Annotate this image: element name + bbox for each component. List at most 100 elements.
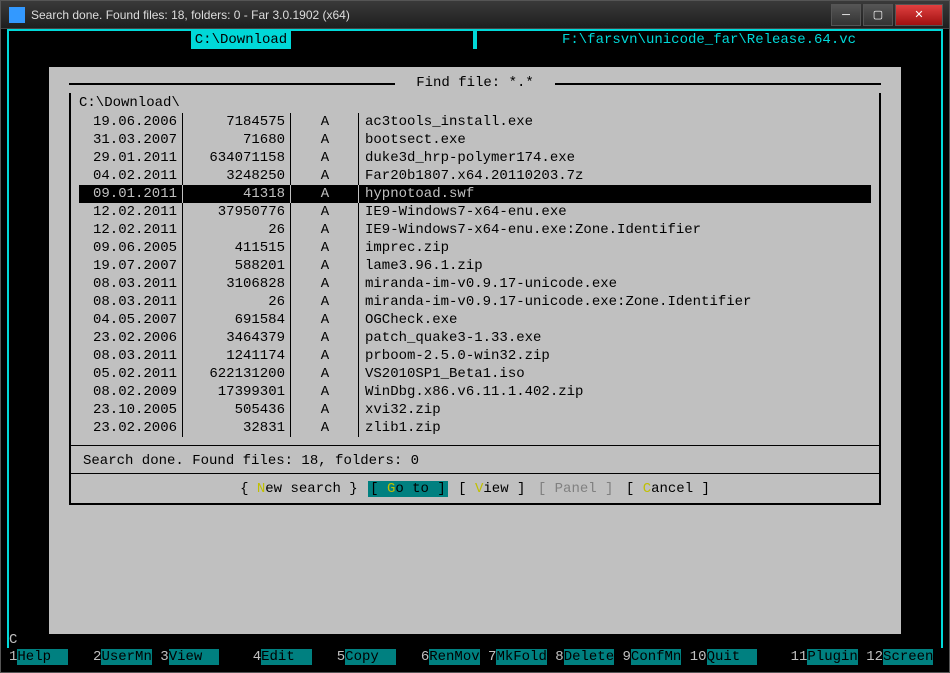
column-separator: [287, 311, 295, 329]
column-separator: [287, 239, 295, 257]
console-area: C:\Download F:\farsvn\unicode_far\Releas…: [7, 29, 943, 666]
close-button[interactable]: ✕: [895, 4, 943, 26]
file-row[interactable]: 09.01.201141318Ahypnotoad.swf: [79, 185, 871, 203]
keybar-item-4[interactable]: 4Edit: [253, 648, 312, 666]
file-row[interactable]: 08.03.20111241174Aprboom-2.5.0-win32.zip: [79, 347, 871, 365]
file-row[interactable]: 29.01.2011634071158Aduke3d_hrp-polymer17…: [79, 149, 871, 167]
column-separator: [287, 293, 295, 311]
file-row[interactable]: 09.06.2005411515Aimprec.zip: [79, 239, 871, 257]
file-attr: A: [295, 275, 355, 293]
column-separator: [355, 221, 363, 239]
keybar-item-8[interactable]: 8Delete: [555, 648, 614, 666]
column-separator: [355, 149, 363, 167]
file-row[interactable]: 08.02.200917399301AWinDbg.x86.v6.11.1.40…: [79, 383, 871, 401]
dialog-title-text: Find file: *.*: [416, 75, 534, 91]
column-separator: [355, 239, 363, 257]
column-separator: [179, 113, 187, 131]
file-date: 09.06.2005: [79, 239, 179, 257]
dialog-separator: [69, 445, 881, 447]
left-panel-tab[interactable]: C:\Download: [7, 29, 475, 49]
column-separator: [355, 131, 363, 149]
column-separator: [179, 185, 187, 203]
view-button[interactable]: [ View ]: [456, 481, 527, 497]
file-name: patch_quake3-1.33.exe: [363, 329, 871, 347]
column-separator: [355, 167, 363, 185]
command-prompt[interactable]: C: [9, 632, 17, 648]
keybar-item-12[interactable]: 12Screen: [866, 648, 933, 666]
file-size: 17399301: [187, 383, 287, 401]
column-separator: [179, 275, 187, 293]
file-size: 1241174: [187, 347, 287, 365]
file-name: duke3d_hrp-polymer174.exe: [363, 149, 871, 167]
keybar-item-7[interactable]: 7MkFold: [488, 648, 547, 666]
file-attr: A: [295, 149, 355, 167]
dialog-buttons: { New search } [ Go to ] [ View ] [ Pane…: [79, 477, 871, 499]
file-size: 505436: [187, 401, 287, 419]
maximize-button[interactable]: ▢: [863, 4, 893, 26]
file-row[interactable]: 23.02.20063464379Apatch_quake3-1.33.exe: [79, 329, 871, 347]
goto-button[interactable]: [ Go to ]: [368, 481, 448, 497]
app-window: Search done. Found files: 18, folders: 0…: [0, 0, 950, 673]
column-separator: [287, 221, 295, 239]
file-row[interactable]: 08.03.201126Amiranda-im-v0.9.17-unicode.…: [79, 293, 871, 311]
column-separator: [287, 383, 295, 401]
file-row[interactable]: 05.02.2011622131200AVS2010SP1_Beta1.iso: [79, 365, 871, 383]
file-attr: A: [295, 167, 355, 185]
file-row[interactable]: 19.06.20067184575Aac3tools_install.exe: [79, 113, 871, 131]
file-date: 08.02.2009: [79, 383, 179, 401]
column-separator: [355, 257, 363, 275]
file-size: 3248250: [187, 167, 287, 185]
column-separator: [355, 365, 363, 383]
keybar-item-9[interactable]: 9ConfMn: [623, 648, 682, 666]
file-row[interactable]: 19.07.2007588201Alame3.96.1.zip: [79, 257, 871, 275]
file-attr: A: [295, 221, 355, 239]
column-separator: [287, 401, 295, 419]
file-row[interactable]: 08.03.20113106828Amiranda-im-v0.9.17-uni…: [79, 275, 871, 293]
keybar-item-3[interactable]: 3View: [160, 648, 219, 666]
keybar-item-6[interactable]: 6RenMov: [421, 648, 480, 666]
keybar-item-11[interactable]: 11Plugin: [791, 648, 858, 666]
left-panel-path: C:\Download: [191, 31, 291, 49]
file-date: 08.03.2011: [79, 347, 179, 365]
file-row[interactable]: 31.03.200771680Abootsect.exe: [79, 131, 871, 149]
file-name: zlib1.zip: [363, 419, 871, 437]
file-row[interactable]: 23.02.200632831Azlib1.zip: [79, 419, 871, 437]
dialog-title: Find file: *.*: [69, 75, 881, 93]
minimize-button[interactable]: ─: [831, 4, 861, 26]
file-row[interactable]: 04.02.20113248250AFar20b1807.x64.2011020…: [79, 167, 871, 185]
file-attr: A: [295, 383, 355, 401]
file-name: VS2010SP1_Beta1.iso: [363, 365, 871, 383]
file-row[interactable]: 04.05.2007691584AOGCheck.exe: [79, 311, 871, 329]
file-row[interactable]: 23.10.2005505436Axvi32.zip: [79, 401, 871, 419]
file-attr: A: [295, 365, 355, 383]
column-separator: [287, 185, 295, 203]
file-row[interactable]: 12.02.201126AIE9-Windows7-x64-enu.exe:Zo…: [79, 221, 871, 239]
new-search-button[interactable]: { New search }: [238, 481, 360, 497]
file-name: hypnotoad.swf: [363, 185, 871, 203]
file-date: 12.02.2011: [79, 203, 179, 221]
column-separator: [179, 311, 187, 329]
right-panel-tab[interactable]: F:\farsvn\unicode_far\Release.64.vc: [475, 29, 943, 49]
file-size: 7184575: [187, 113, 287, 131]
column-separator: [179, 257, 187, 275]
column-separator: [355, 419, 363, 437]
keybar-item-10[interactable]: 10Quit: [690, 648, 757, 666]
file-size: 32831: [187, 419, 287, 437]
file-row[interactable]: 12.02.201137950776AIE9-Windows7-x64-enu.…: [79, 203, 871, 221]
panel-tabs: C:\Download F:\farsvn\unicode_far\Releas…: [7, 29, 943, 49]
column-separator: [355, 203, 363, 221]
titlebar[interactable]: Search done. Found files: 18, folders: 0…: [1, 1, 949, 29]
file-date: 23.10.2005: [79, 401, 179, 419]
column-separator: [179, 419, 187, 437]
cancel-button[interactable]: [ Cancel ]: [624, 481, 712, 497]
column-separator: [355, 383, 363, 401]
keybar-item-1[interactable]: 1Help: [9, 648, 68, 666]
file-date: 08.03.2011: [79, 293, 179, 311]
file-name: xvi32.zip: [363, 401, 871, 419]
file-list[interactable]: 19.06.20067184575Aac3tools_install.exe31…: [79, 113, 871, 437]
keybar-item-5[interactable]: 5Copy: [337, 648, 396, 666]
file-size: 41318: [187, 185, 287, 203]
keybar-item-2[interactable]: 2UserMn: [93, 648, 152, 666]
panel-button[interactable]: [ Panel ]: [536, 481, 616, 497]
file-attr: A: [295, 293, 355, 311]
